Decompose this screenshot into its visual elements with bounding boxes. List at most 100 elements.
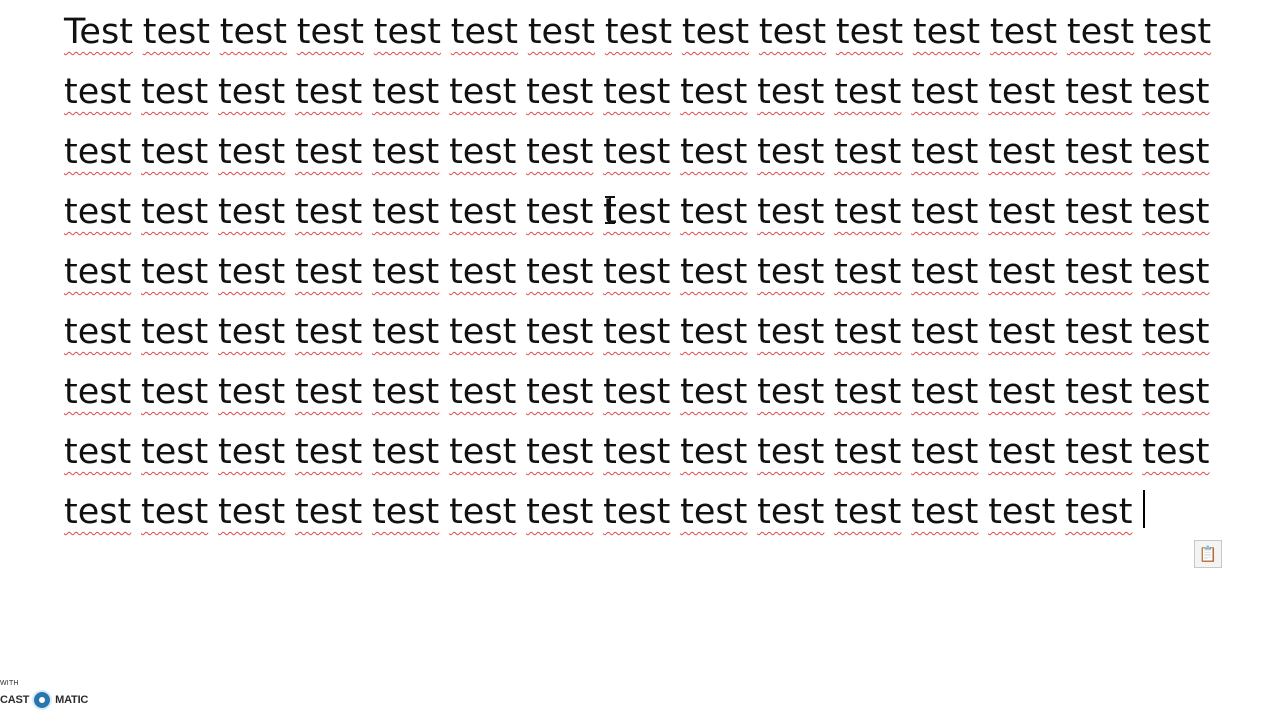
misspelled-word[interactable]: test <box>988 246 1055 298</box>
document-line[interactable]: test test test test test test test test test test… <box>64 186 1209 246</box>
misspelled-word[interactable]: test <box>913 6 980 58</box>
misspelled-word[interactable]: test <box>449 306 516 358</box>
misspelled-word[interactable]: test <box>757 246 824 298</box>
misspelled-word[interactable]: test <box>1065 306 1132 358</box>
misspelled-word[interactable]: test <box>1142 126 1209 178</box>
misspelled-word[interactable]: test <box>1142 426 1209 478</box>
misspelled-word[interactable]: test <box>605 6 672 58</box>
misspelled-word[interactable]: test <box>1065 486 1132 538</box>
misspelled-word[interactable]: test <box>988 366 1055 418</box>
misspelled-word[interactable]: test <box>141 486 208 538</box>
misspelled-word[interactable]: test <box>295 426 362 478</box>
misspelled-word[interactable]: test <box>988 186 1055 238</box>
misspelled-word[interactable]: test <box>372 126 439 178</box>
misspelled-word[interactable]: test <box>64 486 131 538</box>
misspelled-word[interactable]: test <box>680 426 747 478</box>
misspelled-word[interactable]: test <box>988 486 1055 538</box>
misspelled-word[interactable]: test <box>988 126 1055 178</box>
document-line[interactable]: test test test test test test test test test test… <box>64 306 1209 366</box>
misspelled-word[interactable]: test <box>141 426 208 478</box>
misspelled-word[interactable]: test <box>1142 186 1209 238</box>
misspelled-word[interactable]: test <box>372 366 439 418</box>
misspelled-word[interactable]: test <box>911 366 978 418</box>
misspelled-word[interactable]: test <box>834 246 901 298</box>
misspelled-word[interactable]: test <box>141 66 208 118</box>
misspelled-word[interactable]: test <box>64 246 131 298</box>
misspelled-word[interactable]: test <box>64 306 131 358</box>
misspelled-word[interactable]: test <box>295 186 362 238</box>
misspelled-word[interactable]: test <box>526 66 593 118</box>
misspelled-word[interactable]: test <box>834 186 901 238</box>
misspelled-word[interactable]: test <box>372 426 439 478</box>
misspelled-word[interactable]: test <box>526 246 593 298</box>
misspelled-word[interactable]: test <box>64 366 131 418</box>
document-line[interactable]: test test test test test test test test test test… <box>64 486 1146 546</box>
misspelled-word[interactable]: test <box>757 66 824 118</box>
misspelled-word[interactable]: test <box>911 66 978 118</box>
misspelled-word[interactable]: test <box>218 486 285 538</box>
misspelled-word[interactable]: test <box>220 6 287 58</box>
misspelled-word[interactable]: test <box>988 306 1055 358</box>
misspelled-word[interactable]: test <box>1065 126 1132 178</box>
misspelled-word[interactable]: test <box>143 6 210 58</box>
misspelled-word[interactable]: test <box>141 246 208 298</box>
misspelled-word[interactable]: test <box>1142 66 1209 118</box>
misspelled-word[interactable]: test <box>988 426 1055 478</box>
misspelled-word[interactable]: test <box>64 426 131 478</box>
misspelled-word[interactable]: test <box>295 126 362 178</box>
misspelled-word[interactable]: test <box>680 186 747 238</box>
misspelled-word[interactable]: test <box>603 66 670 118</box>
misspelled-word[interactable]: test <box>449 426 516 478</box>
misspelled-word[interactable]: test <box>603 366 670 418</box>
paste-options-button[interactable]: 📋 <box>1194 540 1222 568</box>
misspelled-word[interactable]: test <box>757 366 824 418</box>
misspelled-word[interactable]: test <box>449 126 516 178</box>
document-text-area[interactable]: Test test test test test test test test test test… <box>64 6 1280 546</box>
misspelled-word[interactable]: test <box>449 246 516 298</box>
misspelled-word[interactable]: test <box>682 6 749 58</box>
misspelled-word[interactable]: test <box>295 486 362 538</box>
misspelled-word[interactable]: test <box>911 486 978 538</box>
misspelled-word[interactable]: test <box>1065 66 1132 118</box>
misspelled-word[interactable]: test <box>680 126 747 178</box>
misspelled-word[interactable]: test <box>988 66 1055 118</box>
misspelled-word[interactable]: test <box>372 486 439 538</box>
misspelled-word[interactable]: test <box>372 306 439 358</box>
misspelled-word[interactable]: test <box>1142 306 1209 358</box>
misspelled-word[interactable]: test <box>218 366 285 418</box>
misspelled-word[interactable]: test <box>297 6 364 58</box>
misspelled-word[interactable]: test <box>834 426 901 478</box>
misspelled-word[interactable]: test <box>295 366 362 418</box>
misspelled-word[interactable]: test <box>1065 426 1132 478</box>
misspelled-word[interactable]: test <box>603 126 670 178</box>
misspelled-word[interactable]: test <box>680 366 747 418</box>
misspelled-word[interactable]: test <box>757 186 824 238</box>
misspelled-word[interactable]: test <box>295 306 362 358</box>
document-line[interactable]: test test test test test test test test test test… <box>64 126 1209 186</box>
document-line[interactable]: test test test test test test test test test test… <box>64 246 1209 306</box>
document-line[interactable]: test test test test test test test test test test… <box>64 366 1209 426</box>
misspelled-word[interactable]: test <box>295 66 362 118</box>
misspelled-word[interactable]: test <box>449 366 516 418</box>
misspelled-word[interactable]: test <box>1065 186 1132 238</box>
misspelled-word[interactable]: test <box>1067 6 1134 58</box>
misspelled-word[interactable]: test <box>1065 246 1132 298</box>
misspelled-word[interactable]: test <box>528 6 595 58</box>
misspelled-word[interactable]: test <box>449 486 516 538</box>
misspelled-word[interactable]: test <box>603 306 670 358</box>
misspelled-word[interactable]: test <box>911 246 978 298</box>
misspelled-word[interactable]: test <box>680 306 747 358</box>
misspelled-word[interactable]: test <box>1142 366 1209 418</box>
misspelled-word[interactable]: test <box>680 486 747 538</box>
misspelled-word[interactable]: test <box>526 186 593 238</box>
misspelled-word[interactable]: test <box>526 126 593 178</box>
misspelled-word[interactable]: test <box>218 186 285 238</box>
misspelled-word[interactable]: test <box>836 6 903 58</box>
misspelled-word[interactable]: test <box>526 306 593 358</box>
misspelled-word[interactable]: test <box>451 6 518 58</box>
misspelled-word[interactable]: test <box>218 426 285 478</box>
misspelled-word[interactable]: test <box>603 426 670 478</box>
misspelled-word[interactable]: test <box>64 186 131 238</box>
misspelled-word[interactable]: test <box>834 66 901 118</box>
misspelled-word[interactable]: test <box>911 126 978 178</box>
